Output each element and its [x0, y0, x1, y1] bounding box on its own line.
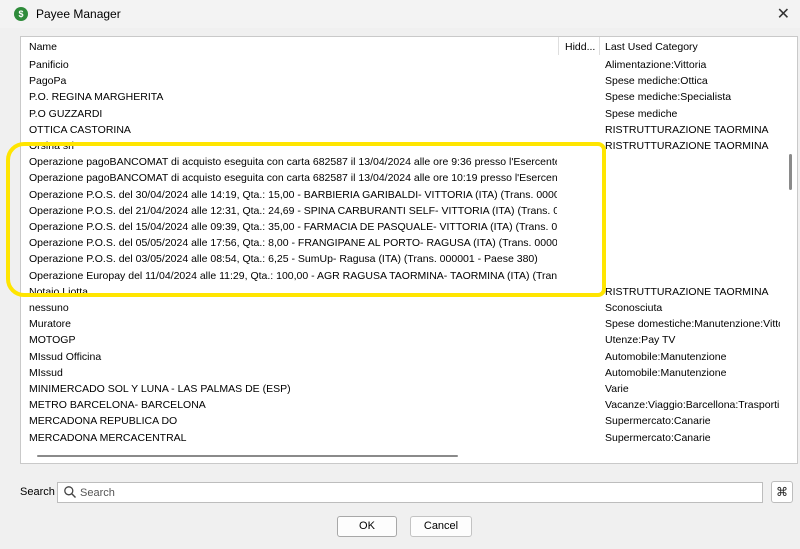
payee-name-cell: Operazione P.O.S. del 15/04/2024 alle 09…	[29, 221, 557, 233]
search-label: Search	[20, 486, 55, 498]
category-cell: RISTRUTTURAZIONE TAORMINA	[605, 285, 769, 298]
payee-name-cell: METRO BARCELONA- BARCELONA	[29, 399, 206, 412]
category-cell: Automobile:Manutenzione	[605, 350, 727, 363]
category-cell: Alimentazione:Vittoria	[605, 59, 707, 71]
table-row[interactable]: Operazione P.O.S. del 21/04/2024 alle 12…	[21, 203, 781, 219]
payee-name-cell: Operazione P.O.S. del 05/05/2024 alle 17…	[29, 237, 557, 250]
category-cell: Sconosciuta	[605, 302, 663, 314]
search-input[interactable]	[80, 483, 756, 502]
table-row[interactable]: MERCADONA REPUBLICA DO Supermercato:Canar…	[21, 413, 781, 429]
column-header-name[interactable]: Name	[29, 41, 57, 53]
vertical-scroll-thumb[interactable]	[789, 154, 792, 190]
table-row[interactable]: Operazione pagoBANCOMAT di acquisto eseg…	[21, 170, 781, 186]
table-row[interactable]: Panificio Alimentazione:Vittoria	[21, 57, 781, 73]
table-row[interactable]: Orsina srl RISTRUTTURAZIONE TAORMINA	[21, 138, 781, 154]
payee-name-cell: OTTICA CASTORINA	[29, 123, 131, 136]
payee-name-cell: MIssud	[29, 366, 63, 379]
category-cell: Spese mediche	[605, 107, 678, 120]
table-row[interactable]: Operazione P.O.S. del 15/04/2024 alle 09…	[21, 219, 781, 235]
column-divider[interactable]	[599, 37, 600, 55]
search-box[interactable]	[57, 482, 763, 503]
payee-name-cell: P.O. REGINA MARGHERITA	[29, 91, 164, 104]
column-header-category[interactable]: Last Used Category	[605, 41, 698, 53]
window-title: Payee Manager	[36, 7, 121, 21]
cancel-button[interactable]: Cancel	[410, 516, 472, 537]
table-row[interactable]: MERCADONA MERCACENTRAL Supermercato:Canar…	[21, 430, 781, 446]
table-row[interactable]: Operazione P.O.S. del 30/04/2024 alle 14…	[21, 187, 781, 203]
payee-name-cell: PagoPa	[29, 75, 67, 88]
category-cell: Vacanze:Viaggio:Barcellona:Trasporti	[605, 399, 780, 412]
payee-name-cell: Notaio Liotta	[29, 285, 88, 298]
table-row[interactable]: P.O. REGINA MARGHERITA Spese mediche:Spec…	[21, 89, 781, 105]
payee-name-cell: Operazione P.O.S. del 21/04/2024 alle 12…	[29, 204, 557, 217]
table-row[interactable]: Operazione pagoBANCOMAT di acquisto eseg…	[21, 154, 781, 170]
table-row[interactable]: PagoPa Spese mediche:Ottica	[21, 73, 781, 89]
vertical-scrollbar[interactable]	[781, 37, 797, 463]
table-row[interactable]: Operazione Europay del 11/04/2024 alle 1…	[21, 268, 781, 284]
table-row[interactable]: MOTOGP Utenze:Pay TV	[21, 332, 781, 348]
payee-name-cell: Operazione pagoBANCOMAT di acquisto eseg…	[29, 156, 557, 169]
close-icon[interactable]: ✕	[777, 4, 790, 24]
payee-name-cell: MIssud Officina	[29, 350, 102, 363]
table-header: Name Hidd... Last Used Category	[21, 37, 781, 55]
payee-name-cell: MERCADONA MERCACENTRAL	[29, 431, 187, 444]
category-cell: RISTRUTTURAZIONE TAORMINA	[605, 140, 769, 152]
payee-name-cell: Operazione P.O.S. del 03/05/2024 alle 08…	[29, 253, 538, 266]
ok-button[interactable]: OK	[337, 516, 397, 537]
search-icon	[64, 486, 76, 498]
category-cell: Spese mediche:Ottica	[605, 75, 708, 88]
title-bar: $ Payee Manager ✕	[0, 0, 800, 28]
payee-name-cell: nessuno	[29, 302, 69, 314]
category-cell: Spese mediche:Specialista	[605, 91, 732, 104]
category-cell: Automobile:Manutenzione	[605, 366, 727, 379]
payee-name-cell: P.O GUZZARDI	[29, 107, 103, 120]
table-row[interactable]: MINIMERCADO SOL Y LUNA - LAS PALMAS DE (…	[21, 381, 781, 397]
horizontal-scroll-thumb[interactable]	[37, 455, 458, 457]
table-row[interactable]: Operazione P.O.S. del 03/05/2024 alle 08…	[21, 251, 781, 267]
category-cell: Spese domestiche:Manutenzione:Vitto	[605, 318, 780, 331]
table-row[interactable]: METRO BARCELONA- BARCELONA Vacanze:Viaggi…	[21, 397, 781, 413]
payee-name-cell: Muratore	[29, 318, 72, 331]
table-row[interactable]: Muratore Spese domestiche:Manutenzione:Vi…	[21, 316, 781, 332]
payee-name-cell: Operazione pagoBANCOMAT di acquisto eseg…	[29, 172, 557, 185]
payee-name-cell: Operazione P.O.S. del 30/04/2024 alle 14…	[29, 188, 557, 201]
command-icon[interactable]: ⌘	[771, 481, 793, 503]
payee-name-cell: Panificio	[29, 59, 69, 71]
table-row[interactable]: Notaio Liotta RISTRUTTURAZIONE TAORMINA	[21, 284, 781, 300]
table-row[interactable]: MIssud Officina Automobile:Manutenzione	[21, 349, 781, 365]
table-row[interactable]: Operazione P.O.S. del 05/05/2024 alle 17…	[21, 235, 781, 251]
category-cell: Varie	[605, 383, 629, 395]
table-row[interactable]: P.O GUZZARDI Spese mediche	[21, 106, 781, 122]
category-cell: Utenze:Pay TV	[605, 334, 676, 347]
table-row[interactable]: OTTICA CASTORINA RISTRUTTURAZIONE TAORMIN…	[21, 122, 781, 138]
payee-name-cell: Orsina srl	[29, 140, 74, 152]
payee-name-cell: MOTOGP	[29, 334, 76, 347]
payee-name-cell: Operazione Europay del 11/04/2024 alle 1…	[29, 269, 557, 282]
payee-name-cell: MERCADONA REPUBLICA DO	[29, 415, 178, 428]
payee-name-cell: MINIMERCADO SOL Y LUNA - LAS PALMAS DE (…	[29, 383, 291, 395]
table-row[interactable]: MIssud Automobile:Manutenzione	[21, 365, 781, 381]
column-header-hidden[interactable]: Hidd...	[565, 41, 595, 53]
column-divider[interactable]	[558, 37, 559, 55]
category-cell: Supermercato:Canarie	[605, 415, 711, 428]
app-dollar-icon: $	[14, 7, 28, 21]
payee-list[interactable]: Name Hidd... Last Used Category Panifici…	[20, 36, 798, 464]
table-row[interactable]: nessuno Sconosciuta	[21, 300, 781, 316]
category-cell: Supermercato:Canarie	[605, 431, 711, 444]
category-cell: RISTRUTTURAZIONE TAORMINA	[605, 123, 769, 136]
